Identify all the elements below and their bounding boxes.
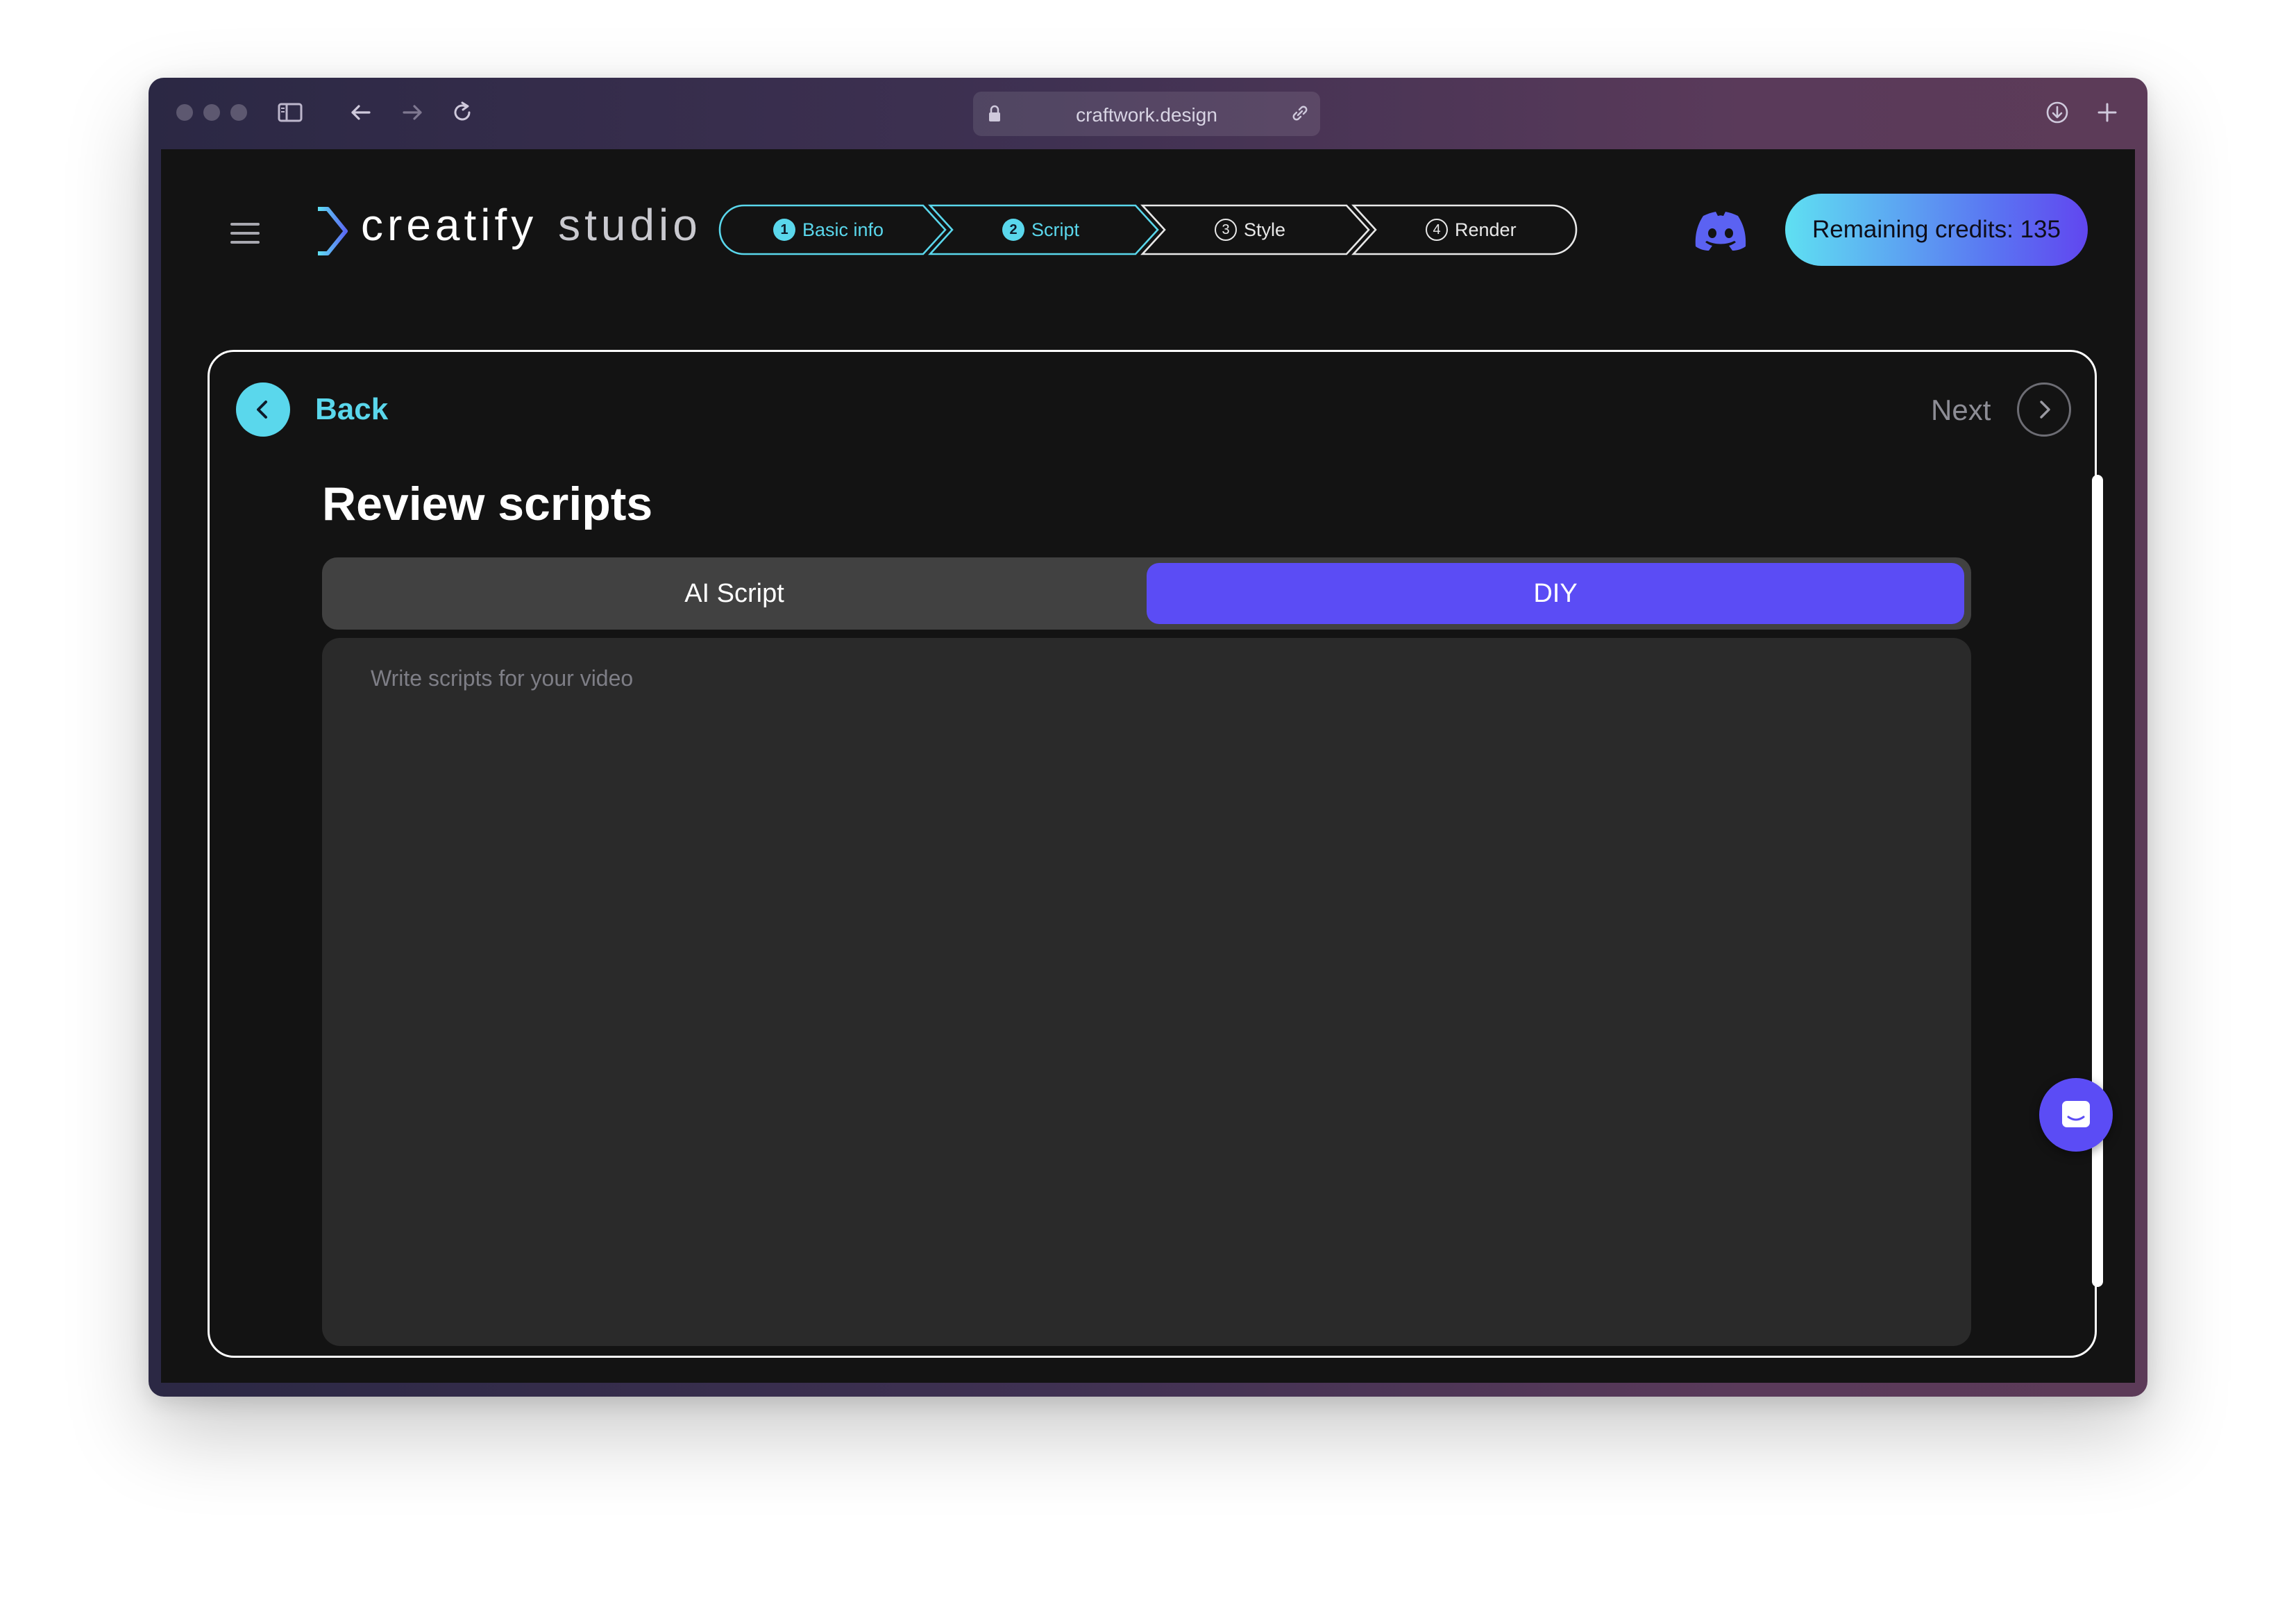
scrollbar[interactable]	[2092, 475, 2103, 1287]
step-number: 1	[773, 219, 795, 241]
link-icon[interactable]	[1290, 103, 1310, 124]
menu-icon[interactable]	[230, 221, 260, 245]
next-button[interactable]	[2017, 382, 2071, 437]
logo-icon	[297, 207, 348, 255]
url-text: craftwork.design	[1076, 104, 1217, 126]
step-number: 3	[1215, 219, 1237, 241]
close-window-button[interactable]	[176, 104, 193, 121]
script-panel: Back Next Review scripts AI Script DIY	[208, 350, 2103, 1358]
back-arrow-icon[interactable]	[347, 99, 375, 126]
chat-icon	[2062, 1101, 2090, 1127]
step-script[interactable]: 2 Script	[1002, 204, 1079, 255]
script-mode-tabs: AI Script DIY	[322, 557, 1971, 630]
minimize-window-button[interactable]	[203, 104, 220, 121]
page-viewport: creatify studio 1 Basic info 2 Script 3 …	[161, 149, 2135, 1383]
progress-stepper: 1 Basic info 2 Script 3 Style 4 Render	[718, 204, 1578, 255]
step-label: Basic info	[802, 219, 884, 240]
step-number: 4	[1426, 219, 1448, 241]
step-label: Style	[1244, 219, 1286, 240]
tab-ai-script[interactable]: AI Script	[328, 563, 1141, 624]
reload-icon[interactable]	[448, 99, 476, 126]
step-render[interactable]: 4 Render	[1426, 204, 1517, 255]
step-number: 2	[1002, 219, 1024, 241]
chevron-right-icon	[2040, 401, 2050, 419]
chat-button[interactable]	[2039, 1078, 2113, 1152]
browser-titlebar: craftwork.design	[149, 78, 2147, 149]
step-basic-info[interactable]: 1 Basic info	[773, 204, 884, 255]
tab-diy[interactable]: DIY	[1147, 563, 1964, 624]
step-label: Render	[1455, 219, 1517, 240]
maximize-window-button[interactable]	[230, 104, 247, 121]
remaining-credits-badge[interactable]: Remaining credits: 135	[1785, 194, 2088, 266]
forward-arrow-icon[interactable]	[398, 99, 426, 126]
address-bar[interactable]: craftwork.design	[973, 92, 1320, 136]
chevron-left-icon	[257, 401, 267, 419]
page-title: Review scripts	[322, 478, 653, 530]
sidebar-toggle-icon[interactable]	[276, 99, 304, 126]
logo-text: creatify studio	[361, 199, 702, 251]
back-button[interactable]	[236, 382, 290, 437]
step-style[interactable]: 3 Style	[1215, 204, 1285, 255]
download-icon[interactable]	[2043, 99, 2071, 126]
step-label: Script	[1031, 219, 1080, 240]
script-input[interactable]	[322, 638, 1971, 1346]
back-link[interactable]: Back	[315, 392, 388, 427]
discord-icon[interactable]	[1695, 212, 1746, 251]
logo-sub: studio	[558, 200, 702, 250]
new-tab-icon[interactable]	[2093, 99, 2121, 126]
logo-name: creatify	[361, 200, 538, 250]
next-link[interactable]: Next	[1931, 394, 1991, 427]
browser-window: craftwork.design creatify studio 1 Basic…	[149, 78, 2147, 1397]
